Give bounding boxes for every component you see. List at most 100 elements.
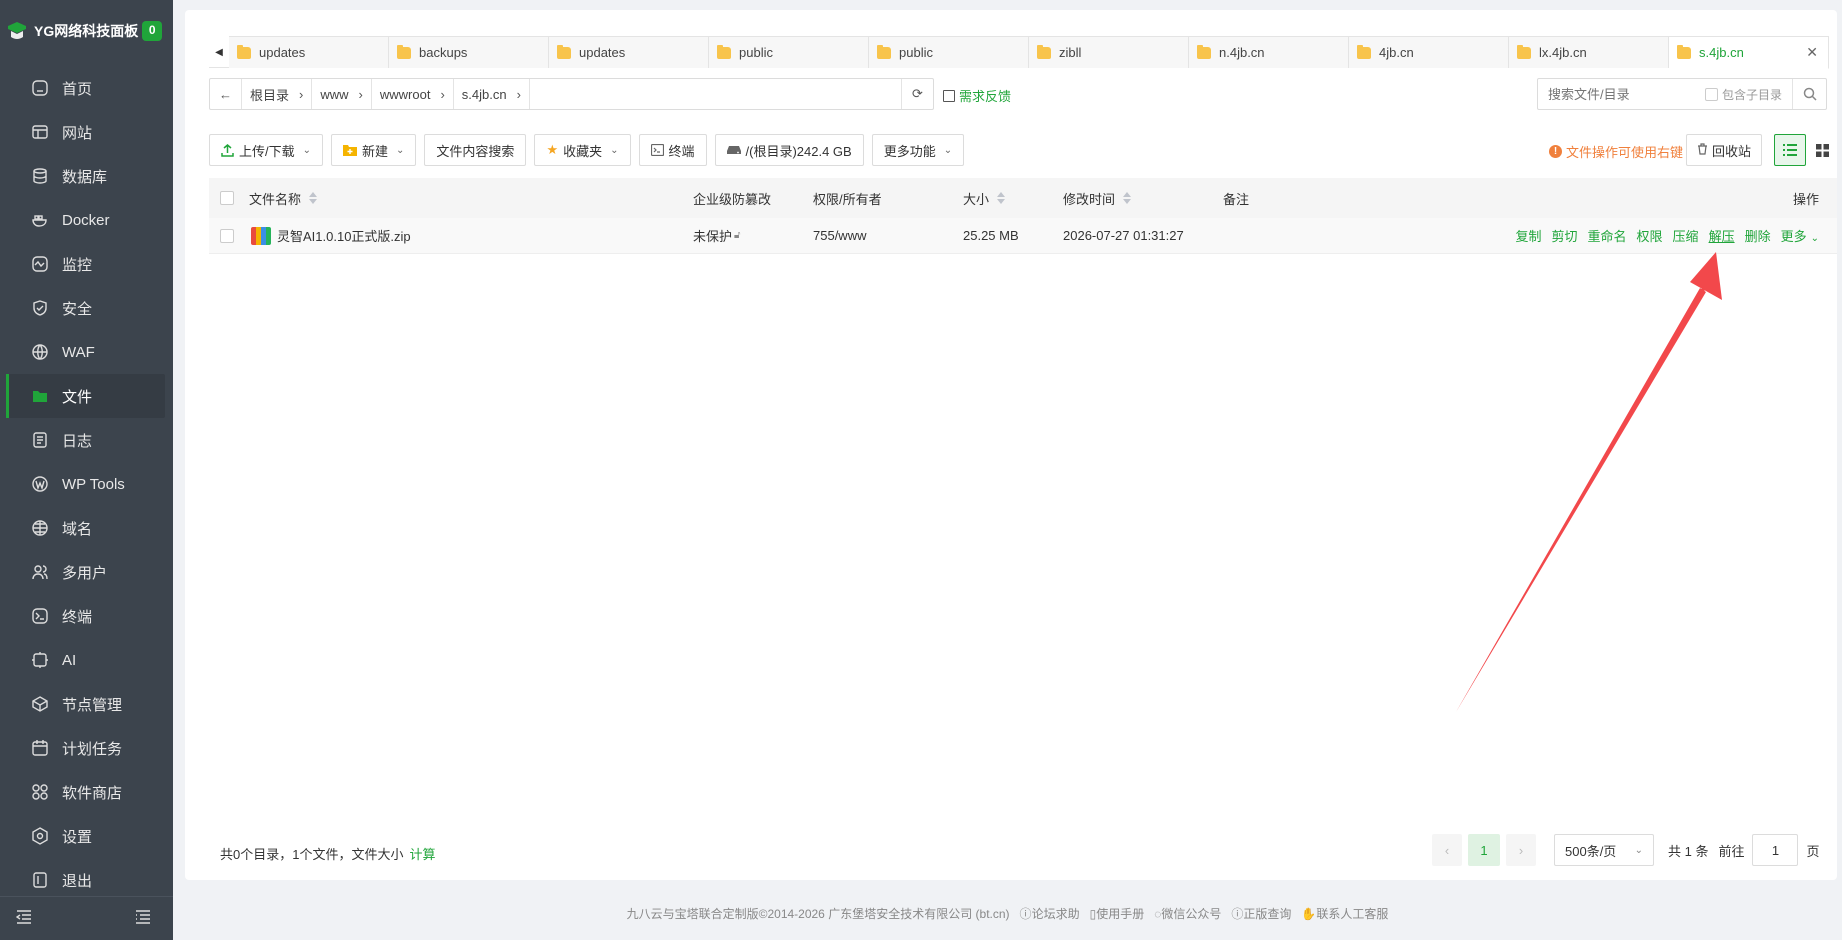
sidebar-nav: 首页 网站 数据库 Docker 监控 安全 WAF 文件 日志 WP Tool… — [0, 66, 173, 902]
sidebar-item-website[interactable]: 网站 — [0, 110, 173, 154]
page-current[interactable]: 1 — [1468, 834, 1500, 866]
disk-button[interactable]: /(根目录)242.4 GB — [714, 134, 864, 166]
tab-updates-2[interactable]: updates — [549, 36, 709, 68]
breadcrumb-root[interactable]: 根目录 › — [242, 79, 313, 109]
tabs-scroll-left-icon[interactable]: ◀ — [209, 36, 229, 68]
goto-page-input[interactable]: 1 — [1752, 834, 1799, 866]
address-bar[interactable]: ← 根目录 › www › wwwroot › s.4jb.cn › ⟳ — [209, 78, 934, 110]
sidebar-item-terminal[interactable]: 终端 — [0, 594, 173, 638]
cut-action[interactable]: 剪切 — [1552, 226, 1578, 245]
tab-s-4jb[interactable]: s.4jb.cn ✕ — [1669, 36, 1829, 69]
close-icon[interactable]: ✕ — [1806, 44, 1818, 61]
list-view-button[interactable] — [1774, 134, 1806, 166]
notification-badge[interactable]: 0 — [142, 21, 163, 41]
select-all-checkbox[interactable] — [220, 191, 234, 205]
collapse-icon[interactable] — [15, 910, 32, 927]
goto-label: 前往 — [1718, 843, 1745, 859]
content-search-button[interactable]: 文件内容搜索 — [424, 134, 527, 166]
tab-public[interactable]: public — [709, 36, 869, 68]
star-icon: ★ — [546, 142, 559, 157]
wechat-icon: ◌ — [1154, 906, 1162, 921]
grid-view-button[interactable] — [1808, 134, 1836, 166]
sort-icon[interactable] — [997, 192, 1006, 204]
sidebar-item-cron[interactable]: 计划任务 — [0, 726, 173, 770]
wechat-link[interactable]: ◌ 微信公众号 — [1154, 905, 1221, 922]
terminal-button[interactable]: 终端 — [638, 134, 707, 166]
search-icon[interactable] — [1792, 79, 1826, 109]
more-action[interactable]: 更多 ⌄ — [1781, 226, 1819, 245]
sidebar-item-nodes[interactable]: 节点管理 — [0, 682, 173, 726]
sidebar-item-waf[interactable]: WAF — [0, 330, 173, 374]
header-mtime[interactable]: 修改时间 — [1063, 189, 1132, 208]
checkbox-icon — [1704, 87, 1718, 101]
prev-page-icon[interactable]: ‹ — [1432, 834, 1462, 866]
calculate-link[interactable]: 计算 — [409, 847, 435, 862]
support-link[interactable]: ✋ 联系人工客服 — [1301, 905, 1388, 922]
menu-icon[interactable] — [135, 910, 151, 927]
include-subdir-checkbox[interactable]: 包含子目录 — [1704, 86, 1782, 103]
permission-cell[interactable]: 755/www — [813, 228, 866, 243]
protect-cell[interactable]: 未保护 🔓︎ — [693, 226, 741, 245]
sidebar-item-ai[interactable]: AI — [0, 638, 173, 682]
chevron-down-icon: ⌄ — [610, 144, 619, 156]
tab-updates[interactable]: updates — [229, 36, 389, 68]
breadcrumb-site[interactable]: s.4jb.cn › — [454, 79, 530, 109]
header-size[interactable]: 大小 — [963, 189, 1006, 208]
feedback-link[interactable]: 需求反馈 — [943, 86, 1011, 105]
search-input[interactable] — [1538, 79, 1705, 109]
forum-link[interactable]: ⓘ 论坛求助 — [1020, 905, 1080, 922]
sidebar-item-docker[interactable]: Docker — [0, 198, 173, 242]
recycle-bin-button[interactable]: 回收站 — [1686, 134, 1763, 166]
file-name-cell[interactable]: 灵智AI1.0.10正式版.zip — [251, 226, 411, 245]
row-actions: 复制 剪切 重命名 权限 压缩 解压 删除 更多 ⌄ — [1515, 226, 1819, 245]
tab-lx-4jb[interactable]: lx.4jb.cn — [1509, 36, 1669, 68]
sidebar-item-monitor[interactable]: 监控 — [0, 242, 173, 286]
per-page-select[interactable]: 500条/页 ⌄ — [1554, 834, 1654, 866]
globe-icon — [30, 518, 50, 538]
favorites-button[interactable]: ★ 收藏夹 ⌄ — [534, 134, 631, 166]
lock-icon: 🔓︎ — [734, 230, 741, 241]
upload-download-button[interactable]: 上传/下载 ⌄ — [209, 134, 324, 166]
disk-icon — [726, 145, 741, 155]
verify-link[interactable]: ⓘ 正版查询 — [1231, 905, 1291, 922]
refresh-icon[interactable]: ⟳ — [901, 79, 933, 109]
tab-zibll[interactable]: zibll — [1029, 36, 1189, 68]
sidebar-item-users[interactable]: 多用户 — [0, 550, 173, 594]
new-button[interactable]: 新建 ⌄ — [331, 134, 417, 166]
breadcrumb-wwwroot[interactable]: wwwroot › — [372, 79, 454, 109]
tab-public-2[interactable]: public — [869, 36, 1029, 68]
tab-4jb[interactable]: 4jb.cn — [1349, 36, 1509, 68]
sidebar-item-wptools[interactable]: WP Tools — [0, 462, 173, 506]
delete-action[interactable]: 删除 — [1745, 226, 1771, 245]
tab-backups[interactable]: backups — [389, 36, 549, 68]
compress-action[interactable]: 压缩 — [1673, 226, 1699, 245]
folder-icon — [1037, 44, 1051, 59]
right-click-tip: ! 文件操作可使用右键 — [1549, 142, 1683, 161]
extract-action[interactable]: 解压 — [1709, 226, 1735, 245]
tab-n-4jb[interactable]: n.4jb.cn — [1189, 36, 1349, 68]
sidebar-item-domain[interactable]: 域名 — [0, 506, 173, 550]
database-icon — [30, 166, 50, 186]
sidebar-item-database[interactable]: 数据库 — [0, 154, 173, 198]
sidebar-item-logs[interactable]: 日志 — [0, 418, 173, 462]
table-row[interactable]: 灵智AI1.0.10正式版.zip 未保护 🔓︎ 755/www 25.25 MB… — [209, 218, 1837, 254]
sidebar-item-home[interactable]: 首页 — [0, 66, 173, 110]
back-arrow-icon[interactable]: ← — [210, 79, 242, 109]
rename-action[interactable]: 重命名 — [1588, 226, 1627, 245]
manual-link[interactable]: ▯ 使用手册 — [1090, 905, 1145, 922]
permission-action[interactable]: 权限 — [1637, 226, 1663, 245]
sort-icon[interactable] — [1123, 192, 1132, 204]
sidebar-item-files[interactable]: 文件 — [6, 374, 165, 418]
next-page-icon[interactable]: › — [1506, 834, 1536, 866]
copy-action[interactable]: 复制 — [1515, 226, 1541, 245]
header-name[interactable]: 文件名称 — [249, 189, 318, 208]
row-checkbox[interactable] — [220, 228, 234, 243]
sidebar-item-settings[interactable]: 设置 — [0, 814, 173, 858]
logout-icon — [30, 870, 50, 890]
sidebar-item-store[interactable]: 软件商店 — [0, 770, 173, 814]
folder-icon — [237, 44, 251, 59]
more-functions-button[interactable]: 更多功能 ⌄ — [871, 134, 965, 166]
sort-icon[interactable] — [309, 192, 318, 204]
breadcrumb-www[interactable]: www › — [312, 79, 372, 109]
sidebar-item-security[interactable]: 安全 — [0, 286, 173, 330]
